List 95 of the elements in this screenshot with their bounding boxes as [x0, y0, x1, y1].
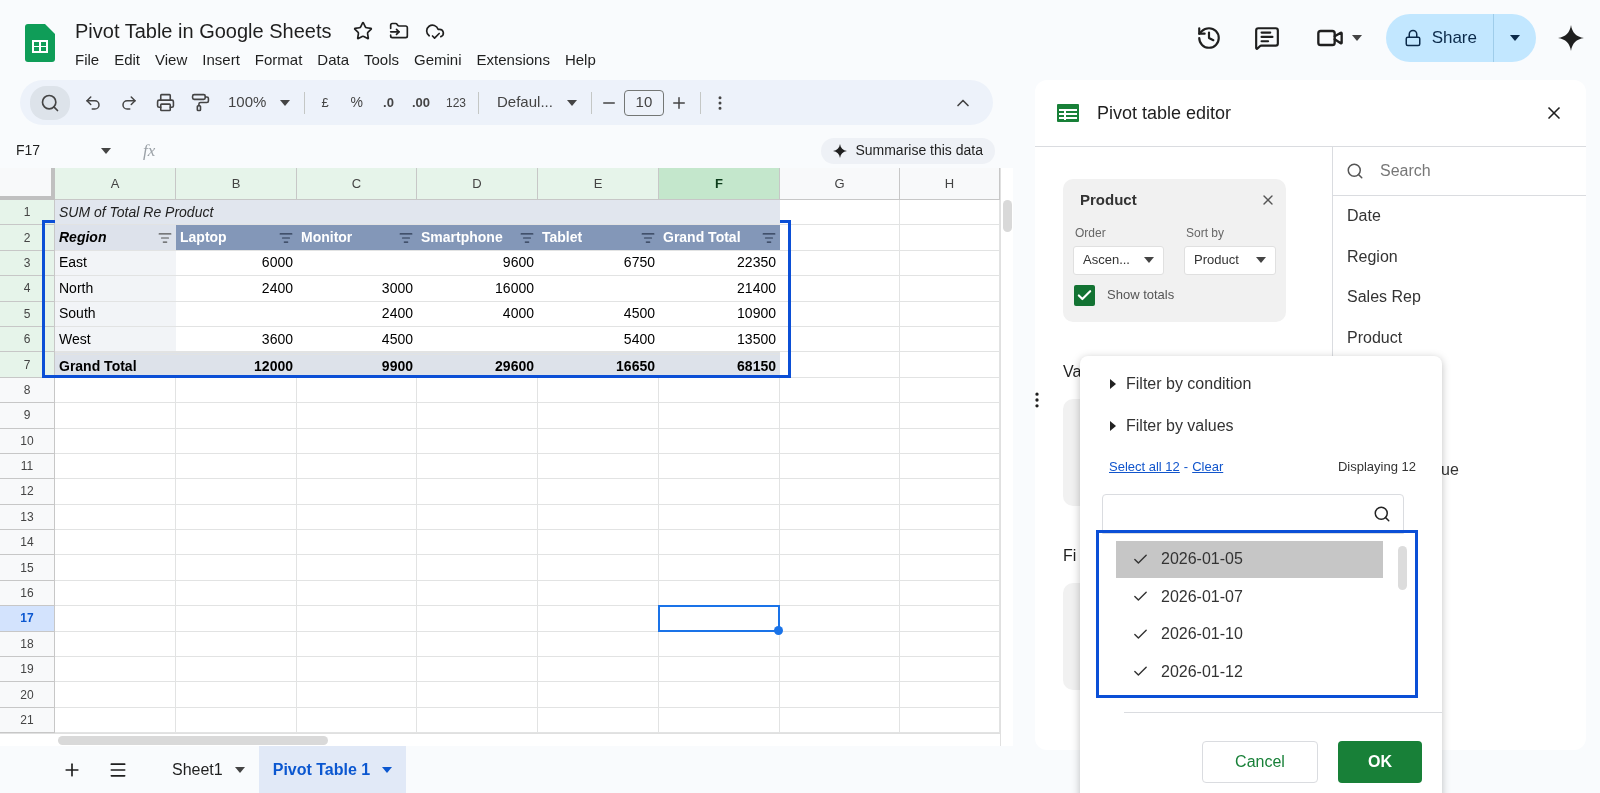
field-label: Order: [1075, 224, 1107, 242]
row-header[interactable]: 4: [0, 276, 55, 302]
table-cell[interactable]: 12000: [176, 352, 297, 378]
section-label: Va: [1063, 362, 1082, 382]
menu-item[interactable]: Tools: [358, 48, 406, 73]
menu-item[interactable]: View: [149, 48, 194, 73]
field-item[interactable]: Region: [1347, 236, 1586, 277]
column-header-label: Monitor: [301, 228, 353, 248]
clear-link[interactable]: Clear: [1192, 457, 1224, 477]
column-header[interactable]: E: [538, 168, 659, 200]
font-size-field[interactable]: 10: [623, 89, 664, 116]
column-header[interactable]: F: [659, 168, 780, 200]
filter-section[interactable]: Filter by condition: [1110, 372, 1442, 396]
ok-button[interactable]: OK: [1338, 740, 1422, 783]
menu-item[interactable]: File: [69, 48, 106, 73]
table-cell[interactable]: 9900: [297, 352, 417, 378]
column-header-label: Smartphone: [421, 228, 503, 248]
table-cell[interactable]: Grand Total: [55, 352, 176, 378]
table-cell[interactable]: East: [55, 250, 176, 277]
column-header-label: Region: [59, 228, 107, 248]
row-header[interactable]: 16: [0, 580, 55, 607]
table-cell[interactable]: West: [55, 326, 176, 353]
separator-text: -: [1183, 458, 1189, 476]
row-header[interactable]: 21: [0, 707, 55, 734]
row-header[interactable]: 8: [0, 377, 55, 404]
font-select[interactable]: Defaul...: [497, 91, 577, 114]
column-header[interactable]: A: [55, 168, 176, 200]
menu-item[interactable]: Gemini: [408, 48, 468, 73]
row-header[interactable]: 18: [0, 631, 55, 658]
menu-item[interactable]: Extensions: [470, 48, 556, 73]
column-header-label: Laptop: [180, 228, 227, 248]
sheet-tab[interactable]: Sheet1: [158, 746, 259, 793]
row-header[interactable]: 20: [0, 682, 55, 708]
row-header[interactable]: 11: [0, 453, 55, 480]
row-header[interactable]: 14: [0, 530, 55, 556]
column-header[interactable]: B: [176, 168, 297, 200]
section-label: Fi: [1063, 546, 1077, 566]
function-label: fx: [143, 139, 156, 162]
field-label: Sort by: [1186, 224, 1225, 242]
value-item[interactable]: 2026-01-05: [1116, 540, 1383, 578]
name-box[interactable]: F17: [16, 140, 111, 161]
decrease-decimals-button[interactable]: .0: [383, 92, 394, 113]
card-title: Product: [1080, 190, 1137, 210]
table-cell[interactable]: 16650: [538, 352, 659, 378]
menu-item[interactable]: Edit: [108, 48, 147, 73]
column-header[interactable]: H: [900, 168, 1000, 200]
menu-item[interactable]: Data: [311, 48, 355, 73]
currency-button[interactable]: £: [321, 92, 329, 113]
table-cell[interactable]: 29600: [417, 352, 538, 378]
search-field[interactable]: Search: [1380, 159, 1560, 183]
table-cell[interactable]: North: [55, 276, 176, 302]
menu-item[interactable]: Help: [558, 48, 602, 73]
row-header[interactable]: 9: [0, 403, 55, 429]
row-header[interactable]: 15: [0, 555, 55, 581]
field-item[interactable]: Date: [1347, 196, 1586, 237]
value-item[interactable]: 2026-01-07: [1116, 578, 1383, 616]
number-format-button[interactable]: 123: [446, 93, 466, 112]
panel-title: Pivot table editor: [1097, 101, 1232, 125]
sheet-tab[interactable]: Pivot Table 1: [258, 746, 407, 793]
order-dropdown[interactable]: Ascen...: [1073, 245, 1164, 275]
column-header[interactable]: C: [297, 168, 417, 200]
row-header[interactable]: 10: [0, 428, 55, 454]
column-header[interactable]: D: [417, 168, 538, 200]
increase-decimals-button[interactable]: .00: [411, 92, 430, 113]
row-header[interactable]: 12: [0, 479, 55, 505]
pivot-header-cell[interactable]: Region: [55, 225, 176, 251]
select-all-link[interactable]: Select all 12: [1109, 457, 1180, 477]
menu-item[interactable]: Format: [248, 48, 309, 73]
menu-item[interactable]: Insert: [196, 48, 246, 73]
row-header[interactable]: 19: [0, 657, 55, 683]
checkbox-label: Show totals: [1107, 286, 1175, 305]
percent-button[interactable]: %: [350, 92, 364, 113]
table-cell[interactable]: South: [55, 301, 176, 327]
row-header[interactable]: 1: [0, 200, 55, 226]
field-item[interactable]: Sales Rep: [1347, 277, 1586, 318]
field-item[interactable]: Product: [1347, 317, 1586, 358]
row-header[interactable]: 7: [0, 352, 55, 378]
field-item[interactable]: ue: [1441, 458, 1586, 482]
value-item[interactable]: 2026-01-10: [1116, 615, 1383, 653]
zoom-select[interactable]: 100%: [228, 91, 291, 114]
table-cell[interactable]: 68150: [659, 352, 780, 378]
row-header[interactable]: 17: [0, 606, 55, 632]
table-cell[interactable]: SUM of Total Re Product: [55, 200, 297, 226]
value-item[interactable]: 2026-01-12: [1116, 653, 1383, 691]
column-header-label: Grand Total: [663, 228, 741, 248]
summarise-button[interactable]: Summarise this data: [821, 137, 995, 164]
filter-section[interactable]: Filter by values: [1110, 414, 1442, 438]
row-header[interactable]: 13: [0, 504, 55, 531]
column-header-label: Tablet: [542, 228, 583, 248]
sort-dropdown[interactable]: Product: [1184, 245, 1276, 275]
column-header[interactable]: G: [780, 168, 900, 200]
cancel-button[interactable]: Cancel: [1202, 740, 1318, 783]
count-text: Displaying 12: [1337, 458, 1416, 476]
row-header[interactable]: 2: [0, 225, 55, 251]
document-title[interactable]: Pivot Table in Google Sheets: [75, 16, 332, 46]
